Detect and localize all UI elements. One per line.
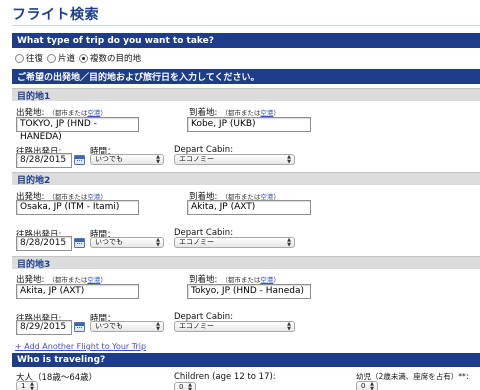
leg-3-date-input[interactable]: 8/29/2015 bbox=[16, 320, 72, 335]
select-arrows-icon: ▲ ▼ bbox=[287, 154, 291, 165]
add-another-flight-link[interactable]: + Add Another Flight to Your Trip bbox=[15, 342, 146, 351]
hint-close: ） bbox=[273, 276, 280, 284]
hint-close: ） bbox=[100, 276, 107, 284]
adults-value: 1 bbox=[21, 382, 26, 390]
select-arrows-icon: ▲ ▼ bbox=[287, 237, 291, 248]
select-arrows-icon: ▲ ▼ bbox=[188, 382, 192, 390]
calendar-icon[interactable] bbox=[74, 238, 85, 248]
leg-2-title: 目的地2 bbox=[12, 172, 480, 186]
leg-1-destination-input[interactable]: Kobe, JP (UKB) bbox=[187, 117, 311, 132]
airport-link[interactable]: 空港 bbox=[87, 109, 100, 117]
trip-type-radio-group: 往復 片道 複数の目的地 bbox=[15, 52, 145, 64]
leg-3-cabin-value: エコノミー bbox=[179, 322, 214, 330]
calendar-icon[interactable] bbox=[74, 322, 85, 332]
airport-link[interactable]: 空港 bbox=[260, 276, 273, 284]
select-arrows-icon: ▲ ▼ bbox=[156, 321, 160, 332]
leg-3-time-value: いつでも bbox=[95, 322, 123, 330]
leg-1-cabin-value: エコノミー bbox=[179, 155, 214, 163]
select-arrows-icon: ▲ ▼ bbox=[287, 321, 291, 332]
airport-link[interactable]: 空港 bbox=[260, 109, 273, 117]
leg-3-destination-input[interactable]: Tokyo, JP (HND - Haneda) bbox=[187, 284, 311, 299]
infants-select[interactable]: 0 ▲ ▼ bbox=[356, 381, 378, 390]
select-arrows-icon: ▲ ▼ bbox=[30, 381, 34, 390]
radio-one-way-label: 片道 bbox=[58, 54, 76, 64]
children-value: 0 bbox=[179, 383, 184, 390]
leg-3-time-select[interactable]: いつでも ▲ ▼ bbox=[90, 321, 164, 332]
leg-2-cabin-select[interactable]: エコノミー ▲ ▼ bbox=[174, 237, 295, 248]
radio-round-trip[interactable]: 往復 bbox=[15, 52, 43, 64]
radio-one-way[interactable]: 片道 bbox=[47, 52, 75, 64]
leg-1-date-input[interactable]: 8/28/2015 bbox=[16, 153, 72, 168]
instruction-bar: ご希望の出発地／目的地および旅行日を入力してください。 bbox=[12, 69, 480, 84]
leg-2-date-input[interactable]: 8/28/2015 bbox=[16, 236, 72, 251]
leg-3-title: 目的地3 bbox=[12, 256, 480, 270]
select-arrows-icon: ▲ ▼ bbox=[156, 154, 160, 165]
airport-link[interactable]: 空港 bbox=[87, 276, 100, 284]
leg-1-cabin-select[interactable]: エコノミー ▲ ▼ bbox=[174, 154, 295, 165]
leg-1-title: 目的地1 bbox=[12, 88, 480, 102]
city-or-airport-hint: （都市または bbox=[48, 276, 88, 284]
adults-select[interactable]: 1 ▲ ▼ bbox=[16, 381, 38, 390]
calendar-icon[interactable] bbox=[74, 155, 85, 165]
leg-1-origin-input[interactable]: TOKYO, JP (HND - HANEDA) bbox=[16, 117, 139, 142]
leg-2-origin-input[interactable]: Osaka, JP (ITM - Itami) bbox=[16, 200, 139, 215]
city-or-airport-hint: （都市または bbox=[221, 109, 261, 117]
children-select[interactable]: 0 ▲ ▼ bbox=[174, 382, 196, 390]
radio-multi-city[interactable]: 複数の目的地 bbox=[79, 52, 141, 64]
title-divider bbox=[12, 25, 480, 26]
hint-close: ） bbox=[100, 109, 107, 117]
leg-3-cabin-select[interactable]: エコノミー ▲ ▼ bbox=[174, 321, 295, 332]
trip-type-heading: What type of trip do you want to take? bbox=[12, 33, 480, 48]
travelers-heading: Who is traveling? bbox=[12, 353, 480, 367]
leg-2-time-value: いつでも bbox=[95, 238, 123, 246]
select-arrows-icon: ▲ ▼ bbox=[156, 237, 160, 248]
children-label: Children (age 12 to 17): bbox=[174, 372, 276, 382]
leg-1-time-value: いつでも bbox=[95, 155, 123, 163]
select-arrows-icon: ▲ ▼ bbox=[370, 381, 374, 390]
city-or-airport-hint: （都市または bbox=[221, 276, 261, 284]
infants-value: 0 bbox=[361, 382, 366, 390]
radio-round-trip-label: 往復 bbox=[26, 54, 44, 64]
leg-2-destination-input[interactable]: Akita, JP (AXT) bbox=[187, 200, 311, 215]
hint-close: ） bbox=[273, 109, 280, 117]
leg-2-cabin-value: エコノミー bbox=[179, 238, 214, 246]
radio-multi-city-label: 複数の目的地 bbox=[90, 54, 142, 64]
page-title: フライト検索 bbox=[12, 7, 99, 23]
leg-2-time-select[interactable]: いつでも ▲ ▼ bbox=[90, 237, 164, 248]
leg-3-origin-input[interactable]: Akita, JP (AXT) bbox=[16, 284, 139, 299]
city-or-airport-hint: （都市または bbox=[48, 109, 88, 117]
leg-1-time-select[interactable]: いつでも ▲ ▼ bbox=[90, 154, 164, 165]
